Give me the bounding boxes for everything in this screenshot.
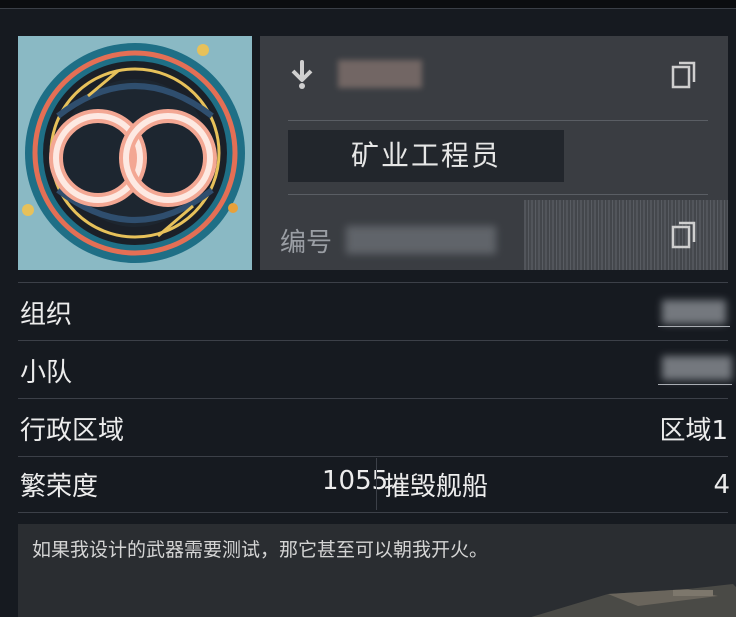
- copy-icon[interactable]: [670, 60, 698, 90]
- profile-info-panel: 矿业工程员 编号: [260, 36, 728, 270]
- rings-emblem-icon: [18, 36, 252, 270]
- player-name-redacted: [338, 60, 422, 88]
- squad-value-redacted[interactable]: [662, 356, 732, 380]
- bio-text: 如果我设计的武器需要测试，那它甚至可以朝我开火。: [32, 539, 489, 561]
- squad-label: 小队: [20, 358, 73, 388]
- id-value-redacted: [346, 226, 496, 254]
- row-divider: [18, 282, 728, 283]
- organization-value-redacted[interactable]: [662, 300, 726, 324]
- copy-id-icon[interactable]: [670, 220, 698, 250]
- prosperity-value: 1055: [322, 466, 389, 496]
- divider: [288, 120, 708, 121]
- destroyed-ships-value: 4: [713, 470, 730, 500]
- divider: [288, 194, 708, 195]
- organization-label: 组织: [20, 300, 73, 330]
- organization-link-underline: [658, 326, 730, 327]
- row-divider: [18, 340, 728, 341]
- avatar[interactable]: [18, 36, 252, 270]
- id-label: 编号: [280, 228, 333, 258]
- squad-link-underline: [658, 384, 732, 385]
- prosperity-label: 繁荣度: [20, 472, 99, 502]
- row-divider: [18, 512, 728, 513]
- destroyed-ships-label: 摧毁舰船: [384, 472, 489, 502]
- top-bar: [0, 0, 736, 9]
- bio-panel: 如果我设计的武器需要测试，那它甚至可以朝我开火。: [18, 524, 736, 617]
- row-divider: [18, 456, 728, 457]
- spaceship-illustration: [531, 584, 736, 617]
- column-divider: [376, 458, 377, 510]
- region-label: 行政区域: [20, 416, 125, 446]
- role-badge: 矿业工程员: [288, 130, 564, 182]
- region-value: 区域1: [659, 416, 728, 446]
- row-divider: [18, 398, 728, 399]
- download-icon[interactable]: [286, 58, 318, 90]
